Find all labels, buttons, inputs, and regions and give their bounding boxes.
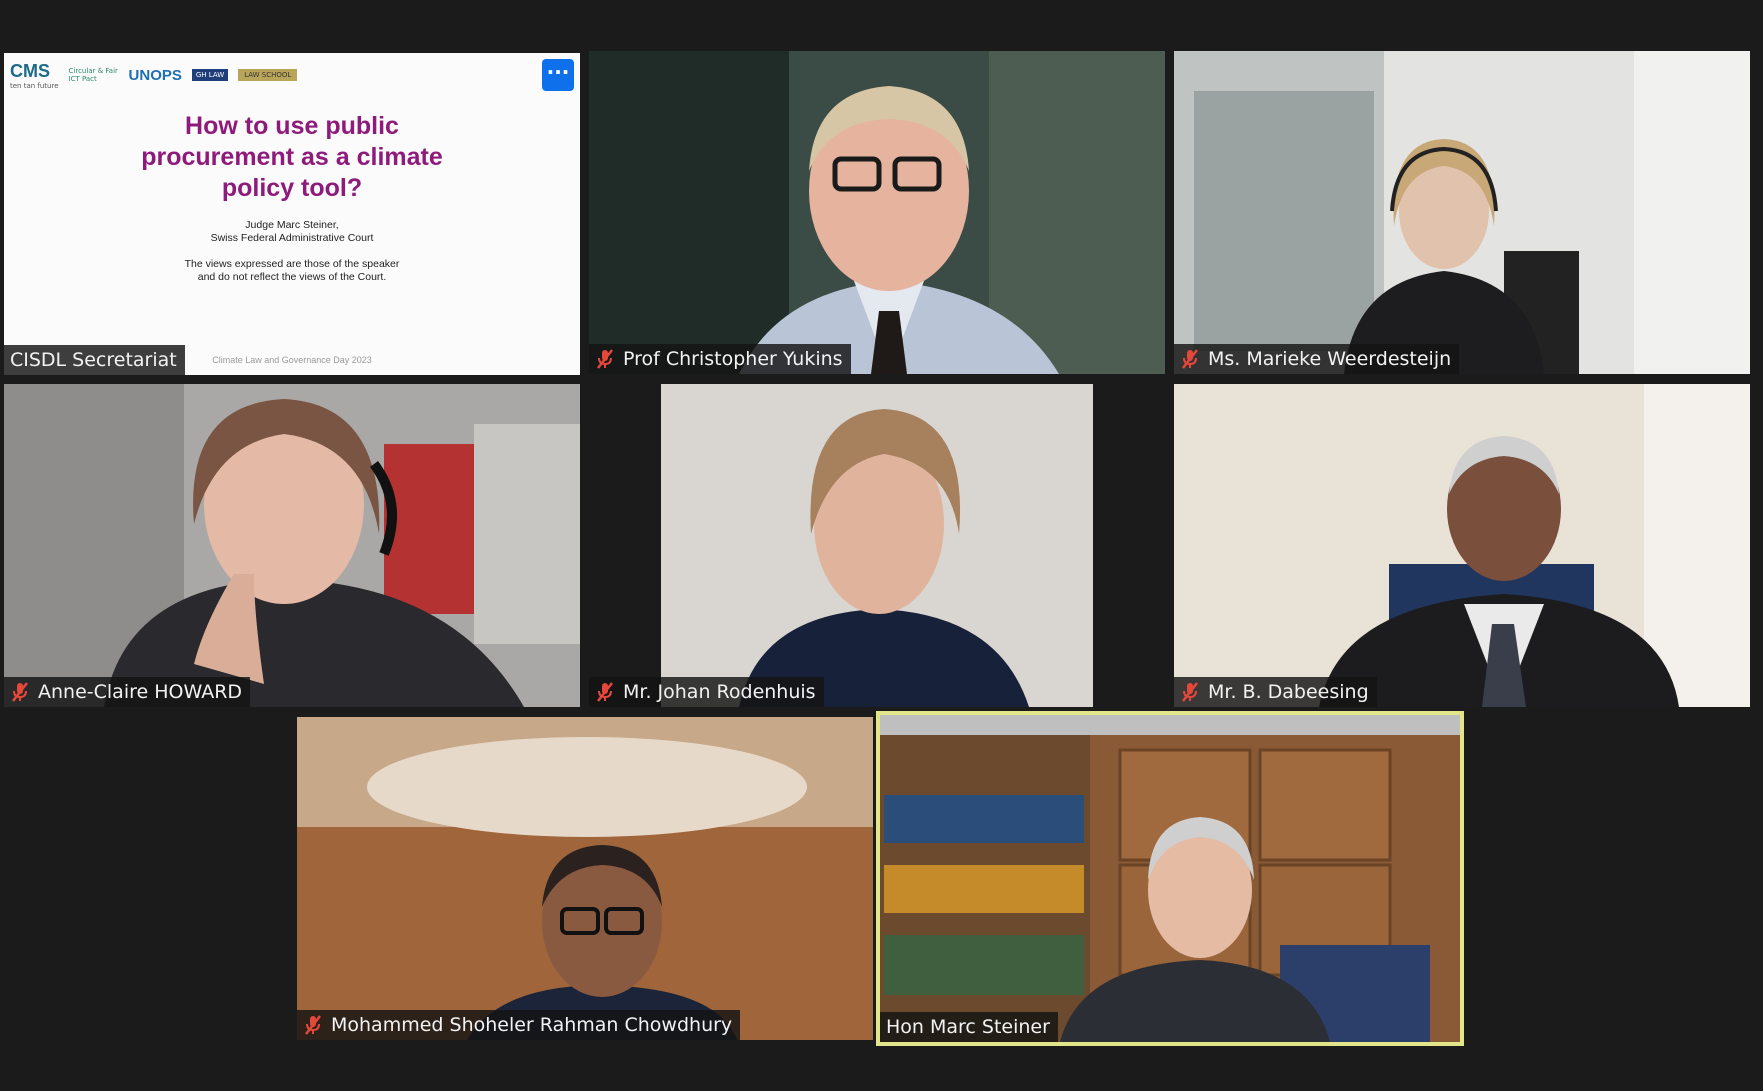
video-tile-anne-claire-howard[interactable]: Anne-Claire HOWARD	[4, 384, 580, 707]
participant-name: Ms. Marieke Weerdesteijn	[1208, 348, 1452, 370]
video-tile-mohammed-shoheler-rahman-chowdhury[interactable]: Mohammed Shoheler Rahman Chowdhury	[297, 717, 873, 1040]
law-logo: GH LAW	[191, 69, 229, 81]
video-tile-marc-steiner[interactable]: Hon Marc Steiner	[876, 711, 1464, 1046]
unops-logo: UNOPS	[128, 66, 182, 84]
muted-microphone-icon	[305, 1015, 321, 1035]
slide-logos: CMS ten tan future Circular & Fair ICT P…	[10, 60, 298, 90]
participant-video	[1174, 51, 1750, 374]
participant-video	[589, 384, 1165, 707]
muted-microphone-icon	[597, 682, 613, 702]
slide-disclaimer-2: and do not reflect the views of the Cour…	[197, 271, 387, 283]
participant-name: Hon Marc Steiner	[886, 1016, 1050, 1038]
participant-nametag: CISDL Secretariat	[4, 345, 185, 375]
law-school-logo: LAW SCHOOL	[238, 69, 298, 81]
partner-logo: Circular & Fair ICT Pact	[68, 67, 118, 83]
participant-nametag: Anne-Claire HOWARD	[4, 677, 251, 707]
muted-microphone-icon	[597, 349, 613, 369]
participant-name: Anne-Claire HOWARD	[38, 681, 243, 703]
shared-slide: CMS ten tan future Circular & Fair ICT P…	[4, 53, 580, 375]
participant-video	[4, 384, 580, 707]
slide-speaker: Judge Marc Steiner,	[245, 219, 339, 231]
participant-video	[589, 51, 1165, 374]
video-tile-cisdl-secretariat[interactable]: CMS ten tan future Circular & Fair ICT P…	[4, 53, 580, 375]
participant-nametag: Mohammed Shoheler Rahman Chowdhury	[297, 1010, 741, 1040]
muted-microphone-icon	[12, 682, 28, 702]
muted-microphone-icon	[1182, 349, 1198, 369]
participant-nametag: Mr. B. Dabeesing	[1174, 677, 1377, 707]
participant-nametag: Hon Marc Steiner	[880, 1012, 1058, 1042]
participant-name: Prof Christopher Yukins	[623, 348, 843, 370]
participant-name: CISDL Secretariat	[10, 349, 177, 371]
participant-nametag: Ms. Marieke Weerdesteijn	[1174, 344, 1460, 374]
slide-title: How to use public procurement as a clima…	[141, 112, 443, 202]
cms-subtitle: ten tan future	[10, 81, 59, 90]
muted-microphone-icon	[1182, 682, 1198, 702]
video-tile-marieke-weerdesteijn[interactable]: Ms. Marieke Weerdesteijn	[1174, 51, 1750, 374]
participant-nametag: Prof Christopher Yukins	[589, 344, 851, 374]
participant-name: Mr. Johan Rodenhuis	[623, 681, 816, 703]
participant-video	[1174, 384, 1750, 707]
video-tile-christopher-yukins[interactable]: Prof Christopher Yukins	[589, 51, 1165, 374]
video-tile-johan-rodenhuis[interactable]: Mr. Johan Rodenhuis	[589, 384, 1165, 707]
participant-video	[297, 717, 873, 1040]
cms-logo: CMS	[10, 60, 50, 81]
video-tile-b-dabeesing[interactable]: Mr. B. Dabeesing	[1174, 384, 1750, 707]
slide-disclaimer-1: The views expressed are those of the spe…	[184, 258, 400, 270]
more-options-button[interactable]: ···	[542, 59, 574, 91]
participant-name: Mohammed Shoheler Rahman Chowdhury	[331, 1014, 733, 1036]
participant-nametag: Mr. Johan Rodenhuis	[589, 677, 824, 707]
participant-name: Mr. B. Dabeesing	[1208, 681, 1369, 703]
slide-affiliation: Swiss Federal Administrative Court	[210, 232, 374, 244]
participant-video	[880, 715, 1460, 1042]
